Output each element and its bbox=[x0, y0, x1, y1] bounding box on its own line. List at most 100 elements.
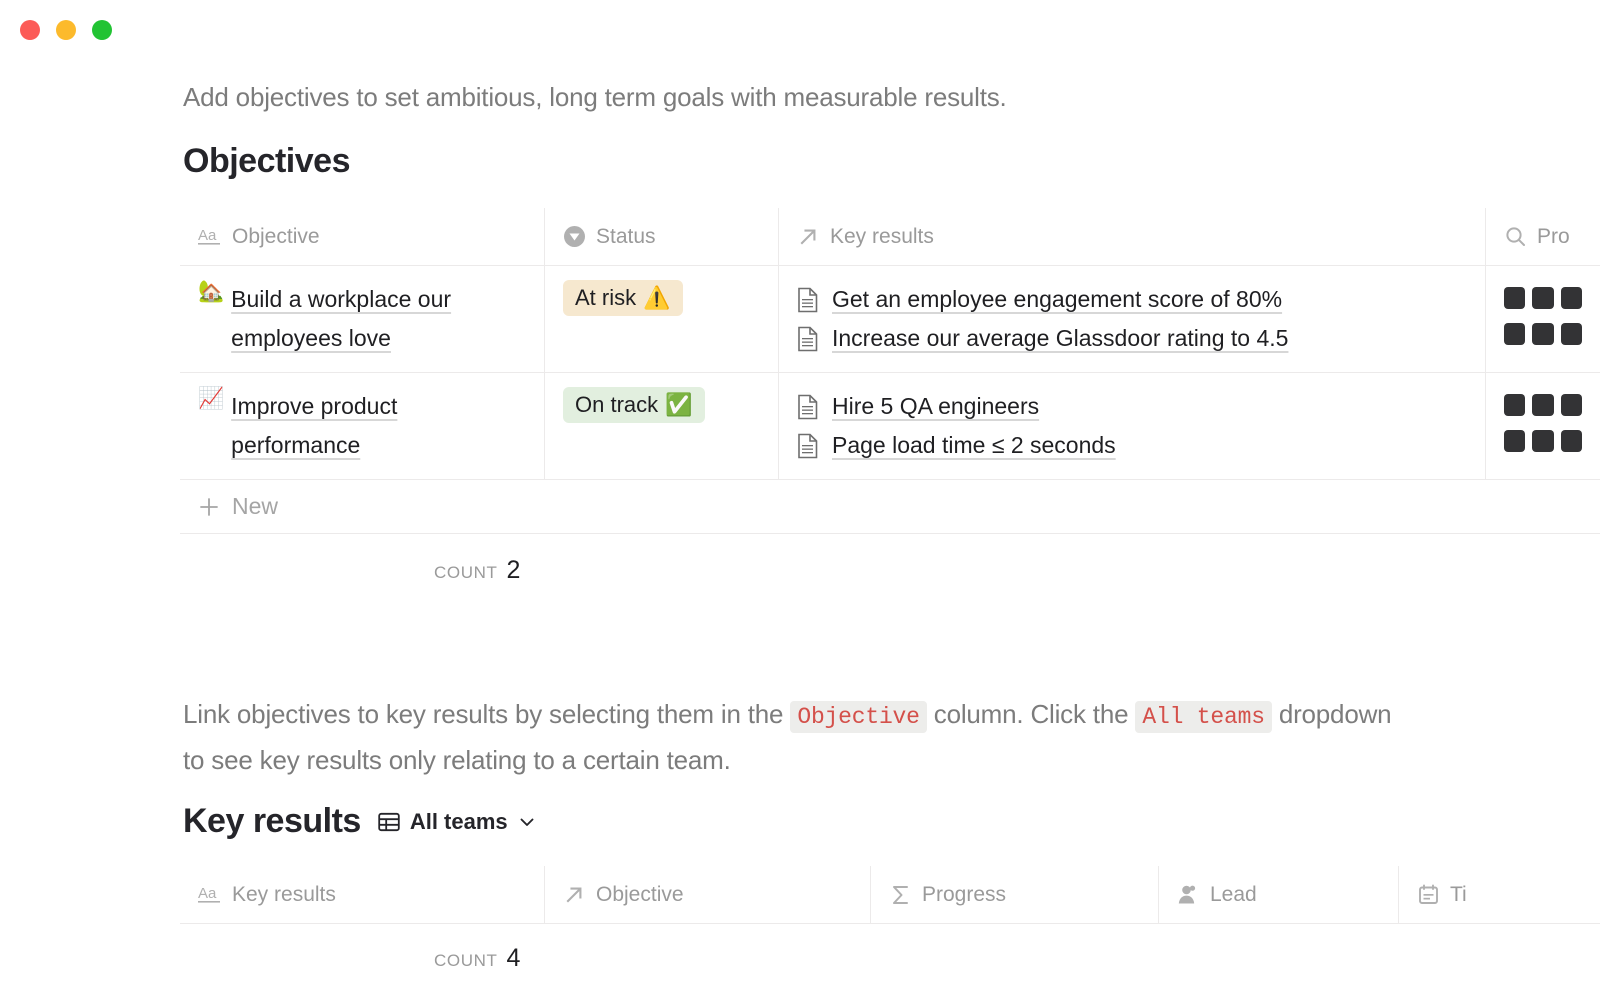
table-grid-icon bbox=[377, 810, 401, 834]
column-header-key-results-label: Key results bbox=[232, 883, 336, 907]
column-header-progress[interactable]: Progress bbox=[870, 866, 1158, 923]
code-all-teams: All teams bbox=[1135, 701, 1271, 733]
check-emoji: ✅ bbox=[665, 392, 692, 418]
add-new-row-button[interactable]: New bbox=[180, 480, 1600, 534]
progress-block bbox=[1504, 323, 1525, 345]
app-window: Add objectives to set ambitious, long te… bbox=[0, 0, 1600, 1000]
progress-block bbox=[1504, 394, 1525, 416]
table-row[interactable]: 🏡 Build a workplace our employees love A… bbox=[180, 266, 1600, 373]
maximize-window-button[interactable] bbox=[92, 20, 112, 40]
key-results-table-header: Aa Key results Objective bbox=[180, 866, 1600, 924]
objectives-count[interactable]: COUNT 2 bbox=[180, 534, 1600, 585]
page-document-icon bbox=[797, 394, 819, 420]
window-controls bbox=[20, 20, 112, 40]
status-badge-label: At risk bbox=[575, 285, 636, 311]
column-header-lead-label: Lead bbox=[1210, 883, 1257, 907]
objective-title[interactable]: Build a workplace our employees love bbox=[231, 280, 526, 357]
relation-arrow-icon bbox=[797, 225, 820, 248]
column-header-key-results[interactable]: Key results bbox=[778, 208, 1485, 265]
column-header-progress[interactable]: Pro bbox=[1485, 208, 1600, 265]
close-window-button[interactable] bbox=[20, 20, 40, 40]
key-result-title[interactable]: Get an employee engagement score of 80% bbox=[832, 286, 1282, 313]
column-header-progress-label: Progress bbox=[922, 883, 1006, 907]
count-value: 4 bbox=[506, 944, 520, 973]
cell-objective[interactable]: 📈 Improve product performance bbox=[180, 373, 544, 479]
page-document-icon bbox=[797, 326, 819, 352]
count-label: COUNT bbox=[434, 951, 497, 971]
svg-text:Aa: Aa bbox=[198, 885, 217, 902]
count-label: COUNT bbox=[434, 563, 497, 583]
column-header-timeline[interactable]: Ti bbox=[1398, 866, 1600, 923]
status-circle-icon bbox=[563, 225, 586, 248]
key-result-link[interactable]: Page load time ≤ 2 seconds bbox=[797, 426, 1467, 465]
status-badge[interactable]: On track ✅ bbox=[563, 387, 705, 423]
chevron-down-icon[interactable] bbox=[517, 812, 537, 832]
progress-blocks bbox=[1504, 423, 1582, 459]
plus-icon bbox=[198, 496, 220, 518]
progress-block bbox=[1532, 287, 1553, 309]
column-header-progress-label: Pro bbox=[1537, 225, 1570, 249]
person-icon bbox=[1177, 883, 1200, 906]
objective-emoji: 🏡 bbox=[198, 280, 224, 357]
key-results-count[interactable]: COUNT 4 bbox=[180, 924, 1600, 973]
key-result-link[interactable]: Hire 5 QA engineers bbox=[797, 387, 1467, 426]
para-part-2: column. Click the bbox=[927, 699, 1136, 729]
window-titlebar bbox=[0, 0, 1600, 60]
column-header-lead[interactable]: Lead bbox=[1158, 866, 1398, 923]
objective-title[interactable]: Improve product performance bbox=[231, 387, 526, 464]
page-document-icon bbox=[797, 287, 819, 313]
cell-key-results[interactable]: Hire 5 QA engineers Page bbox=[778, 373, 1485, 479]
page-title-key-results: Key results bbox=[183, 802, 361, 841]
column-header-status[interactable]: Status bbox=[544, 208, 778, 265]
column-header-objective[interactable]: Objective bbox=[544, 866, 870, 923]
column-header-objective-label: Objective bbox=[232, 225, 320, 249]
key-result-title[interactable]: Increase our average Glassdoor rating to… bbox=[832, 325, 1288, 352]
column-header-objective[interactable]: Aa Objective bbox=[180, 208, 544, 265]
column-header-objective-label: Objective bbox=[596, 883, 684, 907]
progress-block bbox=[1561, 323, 1582, 345]
relation-arrow-icon bbox=[563, 883, 586, 906]
svg-text:Aa: Aa bbox=[198, 227, 217, 244]
key-result-title[interactable]: Page load time ≤ 2 seconds bbox=[832, 432, 1116, 459]
status-badge[interactable]: At risk ⚠️ bbox=[563, 280, 683, 316]
cell-objective[interactable]: 🏡 Build a workplace our employees love bbox=[180, 266, 544, 372]
progress-block bbox=[1504, 287, 1525, 309]
key-results-heading-row: Key results All teams bbox=[183, 802, 537, 841]
calendar-icon bbox=[1417, 883, 1440, 906]
column-header-key-results-label: Key results bbox=[830, 225, 934, 249]
text-aa-icon: Aa bbox=[198, 884, 222, 906]
objectives-table-header: Aa Objective Status bbox=[180, 208, 1600, 266]
cell-progress[interactable] bbox=[1485, 266, 1600, 372]
cell-status[interactable]: At risk ⚠️ bbox=[544, 266, 778, 372]
progress-block bbox=[1561, 394, 1582, 416]
progress-block bbox=[1532, 430, 1553, 452]
column-header-key-results[interactable]: Aa Key results bbox=[180, 866, 544, 923]
text-aa-icon: Aa bbox=[198, 226, 222, 248]
progress-block bbox=[1561, 287, 1582, 309]
key-results-intro-text: Link objectives to key results by select… bbox=[183, 692, 1413, 782]
key-result-title[interactable]: Hire 5 QA engineers bbox=[832, 393, 1039, 420]
status-badge-label: On track bbox=[575, 392, 658, 418]
table-row[interactable]: 📈 Improve product performance On track ✅ bbox=[180, 373, 1600, 480]
warning-emoji: ⚠️ bbox=[643, 285, 670, 311]
objective-emoji: 📈 bbox=[198, 387, 224, 464]
progress-blocks bbox=[1504, 316, 1582, 352]
cell-progress[interactable] bbox=[1485, 373, 1600, 479]
view-selector-all-teams[interactable]: All teams bbox=[377, 809, 537, 835]
column-header-status-label: Status bbox=[596, 225, 656, 249]
progress-blocks bbox=[1504, 387, 1582, 423]
page-document-icon bbox=[797, 433, 819, 459]
objectives-table: Aa Objective Status bbox=[180, 208, 1600, 585]
search-icon bbox=[1504, 225, 1527, 248]
key-result-link[interactable]: Increase our average Glassdoor rating to… bbox=[797, 319, 1467, 358]
progress-block bbox=[1561, 430, 1582, 452]
cell-key-results[interactable]: Get an employee engagement score of 80% bbox=[778, 266, 1485, 372]
sigma-icon bbox=[889, 883, 912, 907]
key-results-table: Aa Key results Objective bbox=[180, 866, 1600, 973]
minimize-window-button[interactable] bbox=[56, 20, 76, 40]
key-result-link[interactable]: Get an employee engagement score of 80% bbox=[797, 280, 1467, 319]
cell-status[interactable]: On track ✅ bbox=[544, 373, 778, 479]
progress-block bbox=[1504, 430, 1525, 452]
view-selector-label: All teams bbox=[410, 809, 508, 835]
progress-blocks bbox=[1504, 280, 1582, 316]
